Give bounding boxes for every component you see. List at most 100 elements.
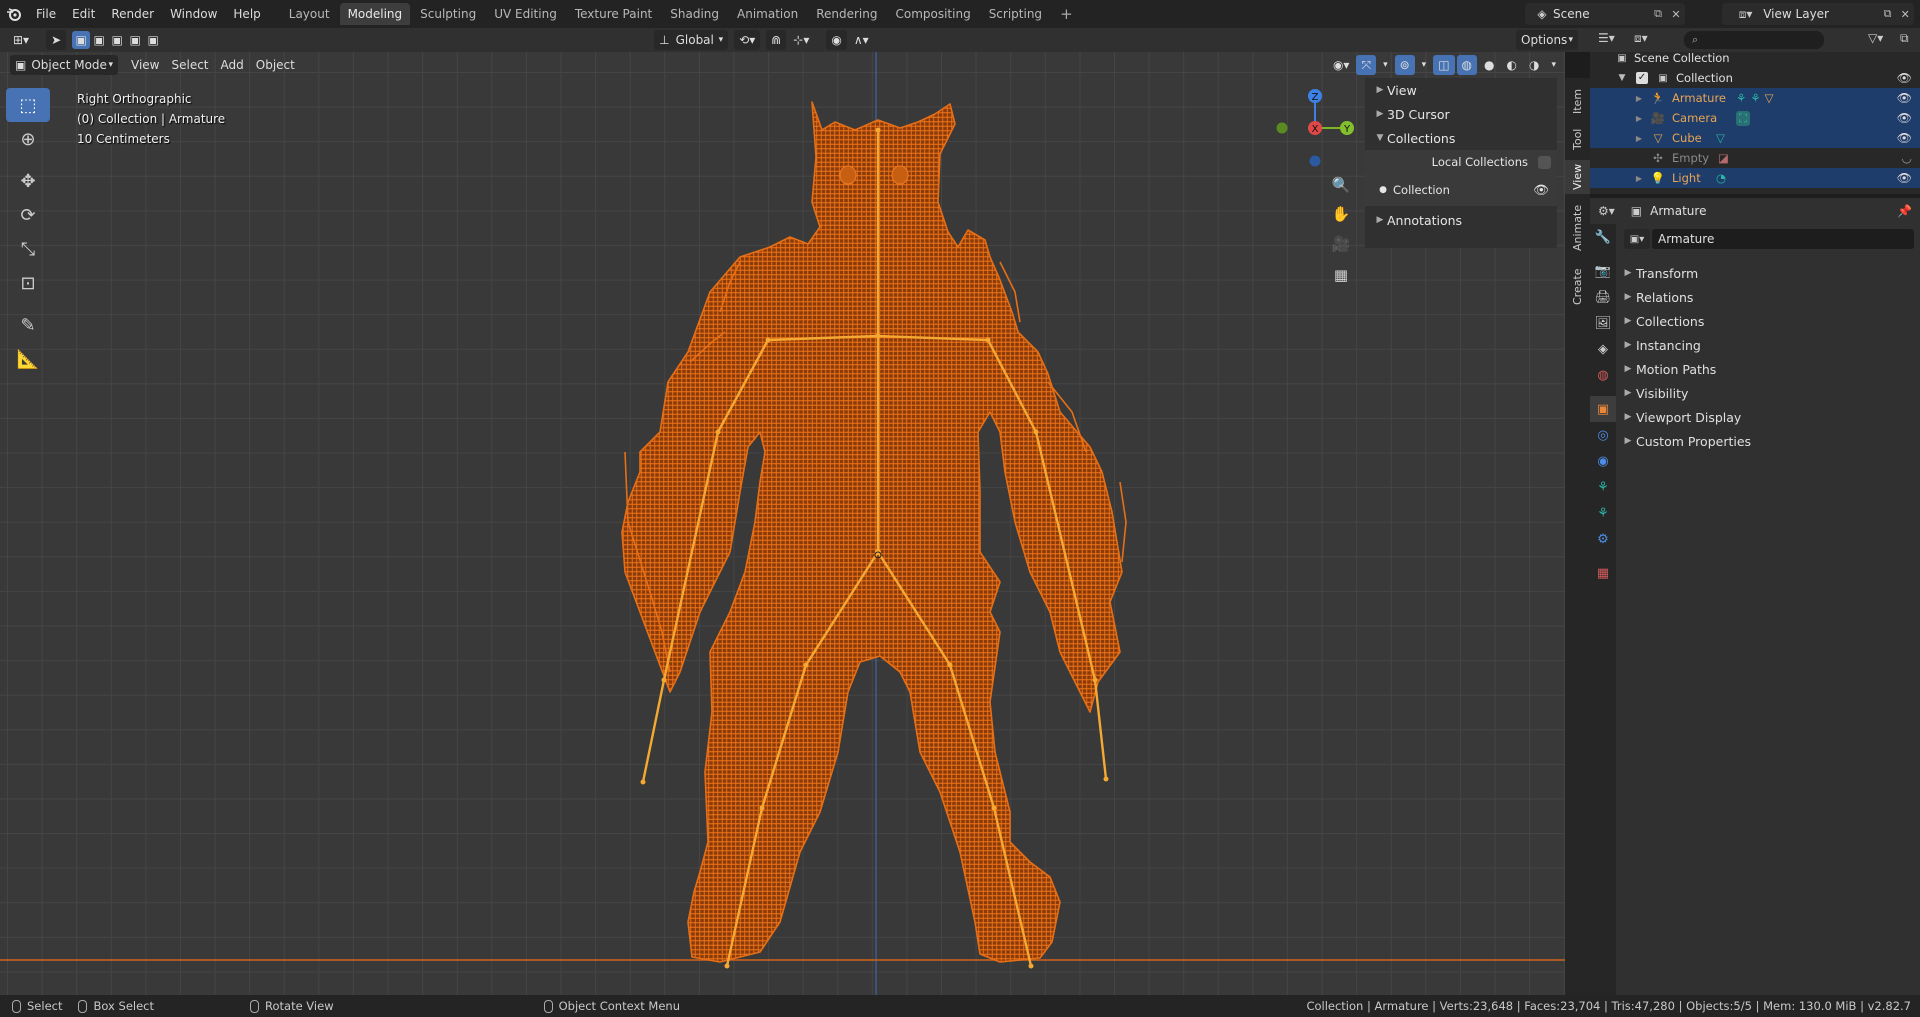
move-tool[interactable]: ✥ [6,164,50,198]
overlay-dropdown[interactable]: ▾ [1417,55,1432,75]
view-layer-icon[interactable]: 🖼 [1590,310,1616,336]
select-subtract-icon[interactable]: ▣ [108,33,126,47]
close-icon[interactable]: ✕ [1667,5,1685,23]
eye-icon[interactable]: 👁 [1897,91,1912,105]
eye-icon[interactable]: 👁 [1897,71,1912,85]
outliner-type-icon[interactable]: ☰▾ [1598,31,1615,45]
gizmo-neg-z-axis[interactable] [1309,155,1321,167]
outliner-item-cube[interactable]: ▶ ▽ Cube ▽ 👁 [1590,128,1920,148]
cursor-tool[interactable]: ⊕ [6,122,50,156]
scene-icon[interactable]: ◈ [1590,336,1616,362]
tab-uv-editing[interactable]: UV Editing [486,3,565,25]
tab-create[interactable]: Create [1565,262,1590,312]
visibility-dropdown[interactable]: ◉▾ [1328,55,1355,75]
pivot-dropdown[interactable]: ⟲▾ [734,30,761,50]
tool-icon[interactable]: 🔧 [1590,224,1616,250]
solid-shading-button[interactable]: ● [1479,55,1499,75]
navigation-gizmo[interactable]: Z Y X [1268,85,1363,180]
rotate-tool[interactable]: ⟳ [6,198,50,232]
eye-icon[interactable]: 👁 [1897,131,1912,145]
panel-collections[interactable]: ▶ Collections [1620,309,1916,333]
bone-constraint-icon[interactable]: ⚙ [1590,526,1616,552]
outliner-search[interactable]: ⌕ [1684,31,1824,49]
eye-icon[interactable]: 👁 [1897,111,1912,125]
gizmo-neg-y-axis[interactable] [1276,122,1288,134]
menu-render[interactable]: Render [103,0,162,28]
camera-icon[interactable]: 🎥 [1328,231,1354,257]
panel-collections[interactable]: ▼ Collections [1365,126,1557,150]
modifier-icon[interactable]: ◎ [1590,422,1616,448]
tab-shading[interactable]: Shading [662,3,727,25]
display-mode-icon[interactable]: ⧈▾ [1634,31,1648,46]
falloff-dropdown[interactable]: ∧▾ [849,30,874,50]
editor-type-button[interactable]: ⊞▾ [8,30,34,50]
xray-toggle[interactable]: ◫ [1433,55,1455,75]
menu-window[interactable]: Window [162,0,225,28]
world-icon[interactable]: ◍ [1590,362,1616,388]
mode-dropdown[interactable]: ▣ Object Mode ▾ [10,55,118,75]
menu-add[interactable]: Add [216,55,249,75]
constraint-icon[interactable]: ⚘ [1590,474,1616,500]
panel-instancing[interactable]: ▶ Instancing [1620,333,1916,357]
shading-dropdown[interactable]: ▾ [1546,55,1561,75]
zoom-icon[interactable]: 🔍 [1328,172,1354,198]
orientation-dropdown[interactable]: ⊥ Global ▾ [654,30,729,50]
collection-checkbox[interactable]: ✓ [1636,72,1648,84]
menu-help[interactable]: Help [225,0,268,28]
panel-viewport-display[interactable]: ▶ Viewport Display [1620,405,1916,429]
outliner-scene-collection[interactable]: ▣ Scene Collection [1590,48,1920,68]
gizmo-dropdown[interactable]: ▾ [1378,55,1393,75]
snap-dropdown[interactable]: ⊹▾ [788,30,814,50]
render-icon[interactable]: 📷 [1590,258,1616,284]
panel-motion-paths[interactable]: ▶ Motion Paths [1620,357,1916,381]
tab-view[interactable]: View [1565,160,1590,194]
texture-icon[interactable]: ▦ [1590,560,1616,586]
eye-closed-icon[interactable]: ◡ [1902,151,1912,165]
scale-tool[interactable]: ⤡ [6,232,50,266]
tab-rendering[interactable]: Rendering [808,3,885,25]
snap-toggle[interactable]: ⋒ [766,30,787,50]
tab-item[interactable]: Item [1565,84,1590,118]
object-data-icon[interactable]: ▣▾ [1624,229,1650,249]
panel-relations[interactable]: ▶ Relations [1620,285,1916,309]
blender-logo-icon[interactable] [0,0,28,28]
outliner-item-armature[interactable]: ▶ 🏃 Armature ⚘ ⚘ ▽ 👁 [1590,88,1920,108]
funnel-icon[interactable]: ▽▾ [1868,31,1883,45]
object-properties-icon[interactable]: ▣ [1590,396,1616,422]
outliner-item-camera[interactable]: ▶ 🎥 Camera ⛶ 👁 [1590,108,1920,128]
armature-data-icon[interactable]: ⚘ [1590,500,1616,526]
menu-select[interactable]: Select [166,55,213,75]
menu-view[interactable]: View [126,55,164,75]
select-intersect-icon[interactable]: ▣ [144,33,162,47]
physics-icon[interactable]: ◉ [1590,448,1616,474]
select-new-icon[interactable]: ▣ [72,31,91,49]
object-name-field[interactable]: Armature [1652,229,1914,249]
tab-tool[interactable]: Tool [1565,122,1590,156]
tab-compositing[interactable]: Compositing [887,3,978,25]
grid-icon[interactable]: ▦ [1328,262,1354,288]
options-dropdown[interactable]: Options ▾ [1516,30,1578,50]
new-collection-icon[interactable]: ⧉ [1900,31,1909,46]
mesh-wireframe[interactable] [621,101,1127,963]
add-workspace-button[interactable]: + [1052,5,1081,23]
pin-icon[interactable]: 📌 [1897,204,1912,218]
scene-selector[interactable]: ◈ Scene ⧉ ✕ [1525,3,1685,25]
view-layer-selector[interactable]: ⧈▾ View Layer ⧉ ✕ [1722,3,1914,25]
gizmo-toggle[interactable]: ⤧ [1356,55,1377,75]
tab-animate[interactable]: Animate [1565,198,1590,258]
properties-type-icon[interactable]: ⚙▾ [1598,204,1615,218]
tab-texture-paint[interactable]: Texture Paint [567,3,660,25]
tab-animation[interactable]: Animation [729,3,806,25]
overlay-toggle[interactable]: ⊚ [1394,55,1415,75]
outliner-item-light[interactable]: ▶ 💡 Light ◔ 👁 [1590,168,1920,188]
panel-visibility[interactable]: ▶ Visibility [1620,381,1916,405]
rendered-shading-button[interactable]: ◑ [1524,55,1544,75]
panel-3d-cursor[interactable]: ▶ 3D Cursor [1365,102,1557,126]
close-icon[interactable]: ✕ [1896,5,1914,23]
proportional-toggle[interactable]: ◉ [826,30,847,50]
eye-icon[interactable]: 👁 [1533,182,1549,198]
tab-scripting[interactable]: Scripting [981,3,1050,25]
tab-layout[interactable]: Layout [281,3,338,25]
hand-icon[interactable]: ✋ [1328,201,1354,227]
menu-object[interactable]: Object [251,55,300,75]
